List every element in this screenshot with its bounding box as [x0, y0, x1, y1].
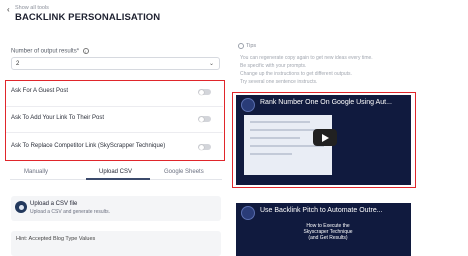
tab-upload-csv[interactable]: Upload CSV	[99, 169, 132, 175]
toggle-options-highlight: Ask For A Guest Post Ask To Add Your Lin…	[5, 80, 225, 161]
tip-item: Try several one sentence instructs.	[240, 79, 318, 85]
results-select-value: 2	[16, 61, 20, 67]
toggle-knob	[198, 116, 204, 122]
back-arrow-icon[interactable]: ‹	[7, 6, 15, 14]
toggle-label: Ask For A Guest Post	[11, 88, 69, 94]
video-embed-backlink-pitch[interactable]: Use Backlink Pitch to Automate Outre... …	[236, 203, 411, 256]
add-link-toggle[interactable]	[198, 116, 211, 122]
tab-google-sheets[interactable]: Google Sheets	[164, 169, 204, 175]
tab-manually[interactable]: Manually	[24, 169, 48, 175]
upload-icon	[15, 201, 27, 213]
toggle-row-add-link: Ask To Add Your Link To Their Post	[6, 107, 223, 133]
hint-panel[interactable]: Hint: Accepted Blog Type Values	[11, 231, 221, 256]
page-title: BACKLINK PERSONALISATION	[15, 12, 161, 23]
show-all-tools-link[interactable]: Show all tools	[15, 5, 49, 11]
tip-item: Be specific with your prompts.	[240, 63, 307, 69]
toggle-label: Ask To Replace Competitor Link (SkyScrap…	[11, 143, 166, 149]
input-method-tabs: Manually Upload CSV Google Sheets	[10, 166, 222, 180]
results-select[interactable]: 2 ⌄	[11, 57, 220, 70]
video-title[interactable]: Use Backlink Pitch to Automate Outre...	[260, 207, 383, 214]
upload-icon-center	[18, 204, 24, 210]
toggle-row-replace-link: Ask To Replace Competitor Link (SkyScrap…	[6, 133, 223, 159]
hint-text: Hint: Accepted Blog Type Values	[16, 236, 96, 242]
toggle-row-guest-post: Ask For A Guest Post	[6, 81, 223, 107]
guest-post-toggle[interactable]	[198, 89, 211, 95]
video-highlight	[232, 92, 416, 188]
upload-description: Upload a CSV and generate results.	[30, 209, 111, 215]
results-label: Number of output results* i	[11, 48, 89, 55]
channel-avatar	[241, 206, 255, 220]
tips-icon	[238, 43, 244, 49]
active-tab-indicator	[86, 178, 150, 180]
toggle-knob	[198, 144, 204, 150]
replace-link-toggle[interactable]	[198, 144, 211, 150]
chevron-down-icon: ⌄	[208, 61, 214, 67]
toggle-label: Ask To Add Your Link To Their Post	[11, 115, 105, 121]
tip-item: Change up the instructions to get differ…	[240, 71, 352, 77]
info-icon[interactable]: i	[82, 48, 89, 54]
results-label-text: Number of output results*	[11, 48, 80, 55]
csv-upload-card[interactable]: Upload a CSV file Upload a CSV and gener…	[11, 196, 221, 221]
toggle-knob	[198, 89, 204, 95]
tip-item: You can regenerate copy again to get new…	[240, 55, 373, 61]
tips-title: Tips	[246, 43, 257, 49]
upload-title: Upload a CSV file	[30, 201, 78, 207]
video-thumbnail-caption: How to Execute the Skyscraper Technique …	[303, 223, 353, 241]
